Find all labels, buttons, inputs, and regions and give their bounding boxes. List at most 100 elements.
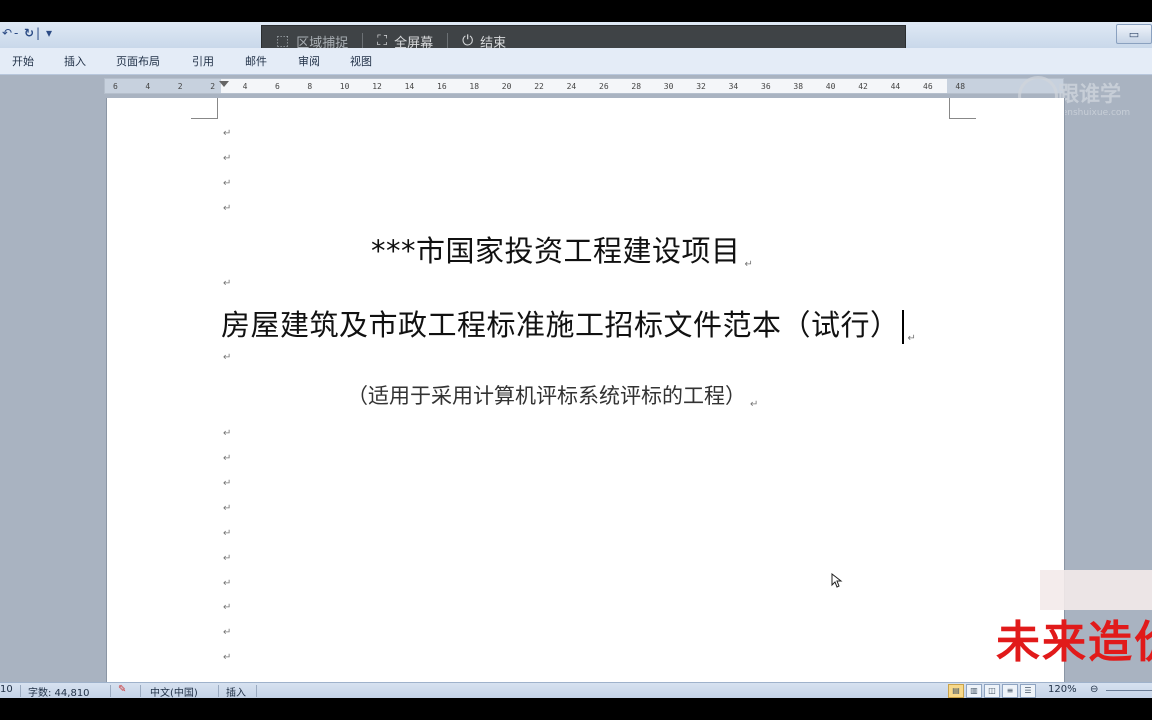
paragraph-mark: ↵ [223, 278, 232, 289]
paragraph-mark: ↵ [223, 602, 232, 613]
restore-icon: ▭ [1128, 27, 1140, 41]
insert-mode[interactable]: 插入 [226, 684, 246, 698]
ruler-tick-label: 22 [534, 82, 544, 91]
ruler-tick-label: 24 [566, 82, 577, 91]
undo-icon[interactable]: ↶ [2, 26, 12, 40]
zoom-out-icon[interactable]: ⊖ [1090, 684, 1098, 695]
brand-url: genshuixue.com [1056, 108, 1131, 118]
tab-view[interactable]: 视图 [350, 53, 372, 69]
ruler-tick-label: 4 [242, 82, 248, 91]
ruler-tick-label: 2 [177, 82, 183, 91]
mouse-pointer-icon [831, 573, 843, 588]
zoom-slider[interactable] [1106, 690, 1152, 691]
print-layout-view-button[interactable]: ▤ [948, 684, 964, 698]
ruler-tick-label: 20 [501, 82, 512, 91]
horizontal-ruler[interactable]: 6 4 2 2 4 6 8 10 12 14 16 18 20 22 24 26 28 30 32 34 36 38 40 4… [104, 78, 1064, 94]
window-controls: ▭ [1114, 24, 1152, 46]
redo-icon[interactable]: ↻ [24, 26, 34, 40]
status-divider [110, 685, 111, 697]
ruler-tick-label: 2 [210, 82, 216, 91]
paragraph-mark: ↵ [223, 128, 232, 139]
proofing-icon[interactable]: ✎ [118, 684, 126, 695]
ruler-tick-label: 26 [599, 82, 609, 91]
draft-view-button[interactable]: ☰ [1020, 684, 1036, 698]
tab-references[interactable]: 引用 [192, 53, 214, 69]
zoom-level[interactable]: 120% [1048, 684, 1077, 695]
draft-icon: ☰ [1024, 686, 1032, 695]
separator: | [36, 26, 41, 40]
ruler-tick-label: 18 [469, 82, 480, 91]
document-note-text: （适用于采用计算机评标系统评标的工程） [347, 384, 746, 408]
ruler-tick-label: 44 [890, 82, 901, 91]
paragraph-mark: ↵ [223, 478, 232, 489]
document-note[interactable]: （适用于采用计算机评标系统评标的工程） ↵ [347, 380, 758, 410]
web-layout-icon: ◫ [988, 686, 996, 695]
paragraph-mark: ↵ [223, 178, 232, 189]
indent-marker[interactable] [219, 81, 229, 87]
paragraph-mark: ↵ [223, 453, 232, 464]
tab-home[interactable]: 开始 [12, 53, 34, 69]
tab-page-layout[interactable]: 页面布局 [116, 53, 160, 69]
region-select-icon: ⬚ [276, 33, 290, 49]
paragraph-mark: ↵ [223, 352, 232, 363]
ruler-left-margin [105, 79, 221, 93]
separator: - [14, 26, 19, 40]
document-title[interactable]: ***市国家投资工程建设项目 ↵ [371, 228, 753, 270]
crop-mark-top-left [191, 98, 218, 119]
tab-mailings[interactable]: 邮件 [245, 53, 267, 69]
web-layout-button[interactable]: ◫ [984, 684, 1000, 698]
status-divider [218, 685, 219, 697]
page-indicator[interactable]: 10 [0, 684, 13, 695]
full-screen-reading-button[interactable]: ▥ [966, 684, 982, 698]
ruler-tick-label: 4 [145, 82, 151, 91]
ruler-tick-label: 46 [923, 82, 933, 91]
tab-review[interactable]: 审阅 [298, 53, 320, 69]
paragraph-mark: ↵ [223, 652, 232, 663]
paragraph-mark: ↵ [223, 428, 232, 439]
outline-icon: ≡ [1006, 686, 1014, 695]
stamp-background [1040, 570, 1152, 610]
status-divider [140, 685, 141, 697]
ruler-tick-label: 36 [761, 82, 771, 91]
ruler-tick-label: 16 [437, 82, 447, 91]
document-page[interactable]: ↵ ↵ ↵ ↵ ***市国家投资工程建设项目 ↵ ↵ 房屋建筑及市政工程标准施工招… [106, 98, 1065, 698]
ruler-tick-label: 34 [728, 82, 739, 91]
paragraph-mark: ↵ [223, 627, 232, 638]
ruler-tick-label: 32 [696, 82, 706, 91]
document-title-text: ***市国家投资工程建设项目 [371, 234, 741, 268]
paragraph-mark: ↵ [907, 333, 917, 344]
ruler-tick-label: 12 [372, 82, 382, 91]
ruler-tick-label: 14 [404, 82, 415, 91]
paragraph-mark: ↵ [223, 503, 232, 514]
ruler-tick-label: 6 [275, 82, 280, 91]
paragraph-mark: ↵ [223, 528, 232, 539]
word-window: ↶ - ↻ | ▾ ▭ ⬚ 区域捕捉 ⛶ 全屏幕 ⏻ 结束 开始 插入 页面布局… [0, 22, 1152, 698]
ruler-tick-label: 48 [955, 82, 966, 91]
document-subtitle-text: 房屋建筑及市政工程标准施工招标文件范本（试行） [221, 308, 900, 342]
language-indicator[interactable]: 中文(中国) [150, 684, 198, 698]
document-subtitle[interactable]: 房屋建筑及市政工程标准施工招标文件范本（试行） ↵ [221, 302, 916, 344]
crop-mark-top-right [949, 98, 976, 119]
ruler-tick-label: 6 [113, 82, 118, 91]
paragraph-mark: ↵ [223, 553, 232, 564]
print-layout-icon: ▤ [952, 686, 960, 695]
status-bar: 10 字数: 44,810 ✎ 中文(中国) 插入 ▤ ▥ ◫ ≡ ☰ 120%… [0, 682, 1152, 698]
status-divider [20, 685, 21, 697]
ruler-tick-label: 30 [663, 82, 674, 91]
ruler-tick-label: 38 [793, 82, 804, 91]
restore-button[interactable]: ▭ [1116, 24, 1152, 44]
word-count[interactable]: 字数: 44,810 [28, 684, 90, 698]
stamp-watermark: 未来造价 [996, 617, 1152, 668]
power-icon: ⏻ [462, 33, 474, 49]
ruler-tick-label: 8 [307, 82, 313, 91]
ruler-tick-label: 42 [858, 82, 868, 91]
ruler-tick-label: 40 [825, 82, 836, 91]
paragraph-mark: ↵ [750, 399, 759, 410]
paragraph-mark: ↵ [223, 153, 232, 164]
brand-name: 跟谁学 [1058, 82, 1121, 106]
tab-insert[interactable]: 插入 [64, 53, 86, 69]
paragraph-mark: ↵ [744, 259, 754, 270]
customize-qat-icon[interactable]: ▾ [46, 26, 52, 40]
outline-view-button[interactable]: ≡ [1002, 684, 1018, 698]
reading-icon: ▥ [970, 686, 978, 695]
